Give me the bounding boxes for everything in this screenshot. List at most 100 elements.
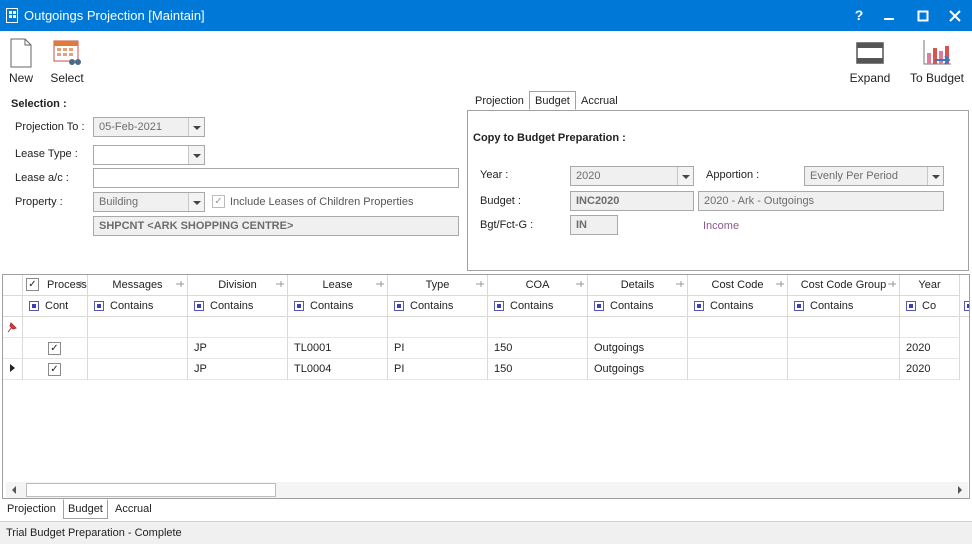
year-select[interactable]: 2020 [570, 166, 694, 186]
column-header-type[interactable]: Type [388, 275, 488, 296]
column-header-lease[interactable]: Lease [288, 275, 388, 296]
pin-icon[interactable] [176, 280, 184, 288]
filter-cost-code-group[interactable]: Contains [788, 296, 900, 317]
pin-icon[interactable] [576, 280, 584, 288]
maximize-button[interactable] [906, 0, 940, 31]
new-row-cell[interactable] [188, 317, 288, 338]
filter-type[interactable]: Contains [388, 296, 488, 317]
new-row-cell[interactable] [488, 317, 588, 338]
filter-process[interactable]: Cont [23, 296, 88, 317]
apportion-select[interactable]: Evenly Per Period [804, 166, 944, 186]
pin-icon[interactable] [476, 280, 484, 288]
minimize-button[interactable] [872, 0, 906, 31]
filter-operator-icon[interactable] [794, 301, 804, 311]
filter-operator-icon[interactable] [94, 301, 104, 311]
lease-ac-field[interactable] [93, 168, 459, 188]
bottom-tab-projection[interactable]: Projection [2, 499, 61, 519]
filter-operator-icon[interactable] [194, 301, 204, 311]
cell-coa[interactable]: 150 [488, 359, 588, 380]
new-row-cell[interactable] [688, 317, 788, 338]
filter-operator-icon[interactable] [964, 301, 969, 311]
cell-year[interactable]: 2020 [900, 338, 960, 359]
table-row[interactable]: ✓ JP TL0004 PI 150 Outgoings 2020 [3, 359, 969, 380]
cell-cost-code-group[interactable] [788, 359, 900, 380]
filter-operator-icon[interactable] [294, 301, 304, 311]
pin-icon[interactable] [888, 280, 896, 288]
process-checkbox[interactable]: ✓ [48, 363, 61, 376]
bottom-tab-budget[interactable]: Budget [63, 499, 108, 519]
cell-lease[interactable]: TL0001 [288, 338, 388, 359]
column-header-process[interactable]: ✓ Process [23, 275, 88, 296]
filter-operator-icon[interactable] [29, 301, 39, 311]
new-row-cell[interactable] [788, 317, 900, 338]
cell-cost-code-group[interactable] [788, 338, 900, 359]
cell-lease[interactable]: TL0004 [288, 359, 388, 380]
select-all-checkbox[interactable]: ✓ [26, 278, 39, 291]
tab-projection[interactable]: Projection [469, 91, 530, 110]
cell-year[interactable]: 2020 [900, 359, 960, 380]
cell-details[interactable]: Outgoings [588, 359, 688, 380]
new-row-cell[interactable] [588, 317, 688, 338]
cell-type[interactable]: PI [388, 338, 488, 359]
new-item-row[interactable] [3, 317, 969, 338]
cell-cost-code[interactable] [688, 359, 788, 380]
budget-code-field[interactable]: INC2020 [570, 191, 694, 211]
column-header-details[interactable]: Details [588, 275, 688, 296]
property-select[interactable]: Building [93, 192, 205, 212]
filter-division[interactable]: Contains [188, 296, 288, 317]
column-header-cost-code[interactable]: Cost Code [688, 275, 788, 296]
cell-division[interactable]: JP [188, 359, 288, 380]
cell-process[interactable]: ✓ [23, 359, 88, 380]
new-row-cell[interactable] [288, 317, 388, 338]
scrollbar-thumb[interactable] [26, 483, 276, 497]
chevron-down-icon[interactable] [188, 146, 204, 164]
bottom-tab-accrual[interactable]: Accrual [110, 499, 157, 519]
bgt-fct-field[interactable]: IN [570, 215, 618, 235]
scroll-left-icon[interactable] [9, 483, 19, 497]
new-button[interactable]: New [3, 31, 39, 89]
cell-details[interactable]: Outgoings [588, 338, 688, 359]
filter-operator-icon[interactable] [394, 301, 404, 311]
filter-operator-icon[interactable] [594, 301, 604, 311]
chevron-down-icon[interactable] [188, 193, 204, 211]
scroll-right-icon[interactable] [955, 483, 965, 497]
chevron-down-icon[interactable] [927, 167, 943, 185]
select-button[interactable]: Select [46, 31, 88, 89]
process-checkbox[interactable]: ✓ [48, 342, 61, 355]
cell-division[interactable]: JP [188, 338, 288, 359]
column-header-cost-code-group[interactable]: Cost Code Group [788, 275, 900, 296]
help-button[interactable]: ? [842, 0, 876, 31]
column-header-coa[interactable]: COA [488, 275, 588, 296]
expand-button[interactable]: Expand [846, 31, 894, 89]
close-button[interactable] [938, 0, 972, 31]
cell-coa[interactable]: 150 [488, 338, 588, 359]
pin-icon[interactable] [676, 280, 684, 288]
filter-lease[interactable]: Contains [288, 296, 388, 317]
pin-icon[interactable] [776, 280, 784, 288]
column-header-year[interactable]: Year [900, 275, 960, 296]
tab-budget[interactable]: Budget [529, 91, 576, 110]
filter-coa[interactable]: Contains [488, 296, 588, 317]
projection-to-field[interactable]: 05-Feb-2021 [93, 117, 205, 137]
column-header-division[interactable]: Division [188, 275, 288, 296]
pin-icon[interactable] [376, 280, 384, 288]
tab-accrual[interactable]: Accrual [575, 91, 624, 110]
to-budget-button[interactable]: To Budget [904, 31, 970, 89]
new-row-cell[interactable] [900, 317, 960, 338]
cell-process[interactable]: ✓ [23, 338, 88, 359]
lease-type-select[interactable] [93, 145, 205, 165]
filter-operator-icon[interactable] [494, 301, 504, 311]
pin-icon[interactable] [276, 280, 284, 288]
filter-cost-code[interactable]: Contains [688, 296, 788, 317]
new-row-cell[interactable] [23, 317, 88, 338]
filter-year[interactable]: Co [900, 296, 960, 317]
cell-cost-code[interactable] [688, 338, 788, 359]
include-children-checkbox[interactable]: ✓ [212, 195, 225, 208]
column-header-messages[interactable]: Messages [88, 275, 188, 296]
cell-messages[interactable] [88, 338, 188, 359]
filter-operator-icon[interactable] [694, 301, 704, 311]
filter-next[interactable] [960, 296, 969, 317]
pin-icon[interactable] [76, 280, 84, 288]
cell-messages[interactable] [88, 359, 188, 380]
filter-operator-icon[interactable] [906, 301, 916, 311]
